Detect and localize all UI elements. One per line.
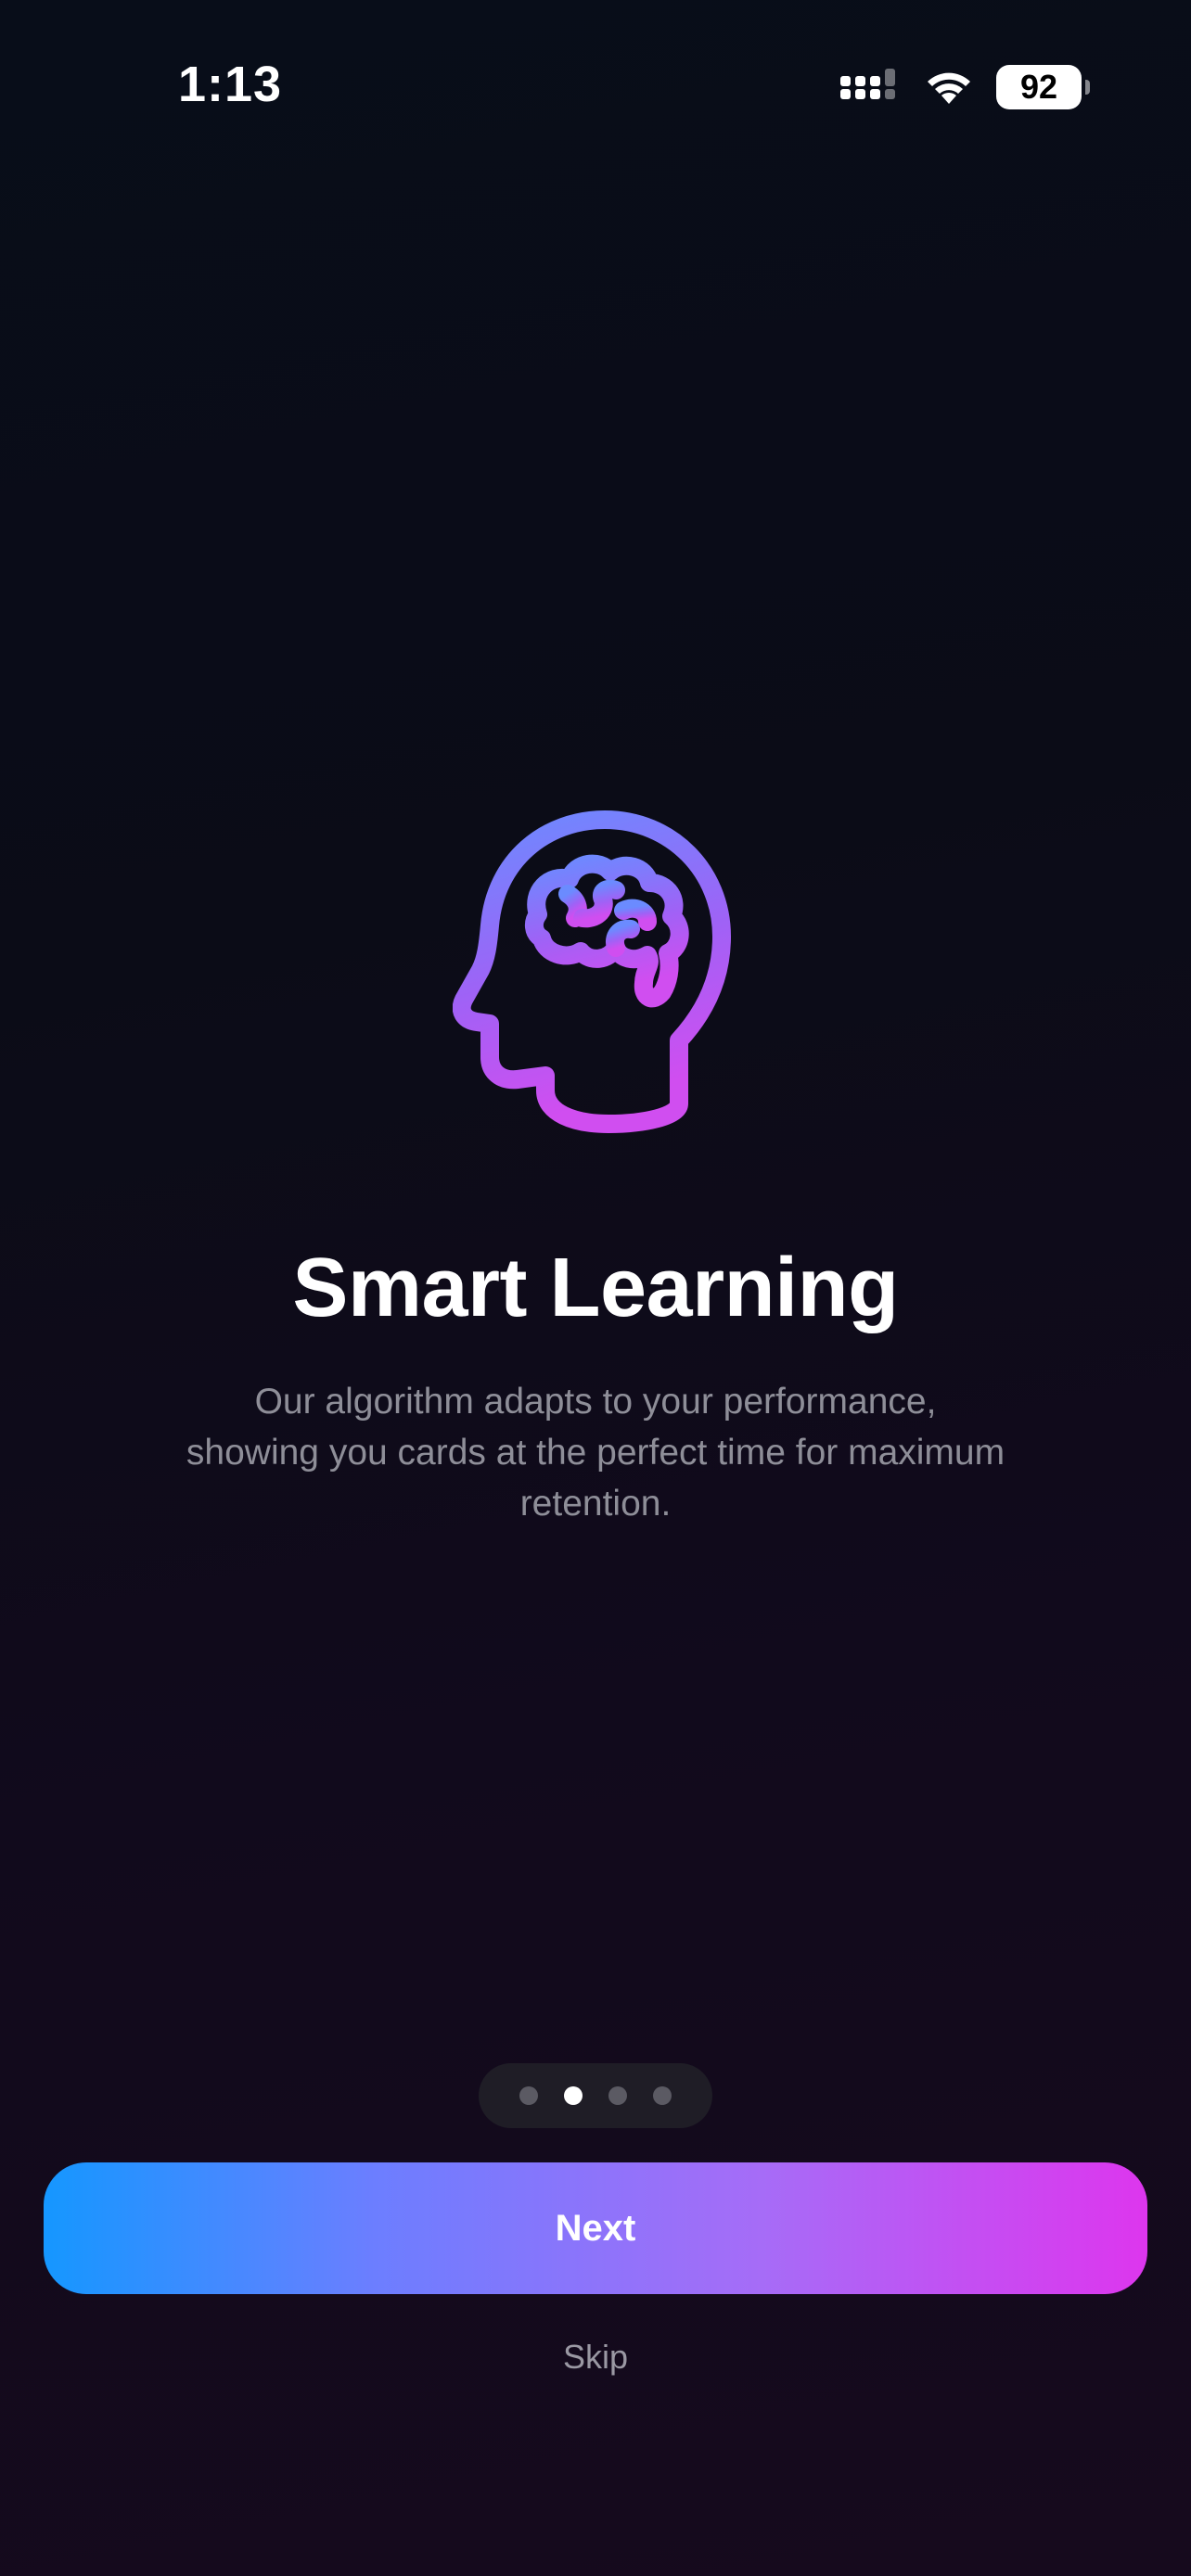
status-time: 1:13 — [178, 57, 283, 112]
battery-icon: 92 — [996, 65, 1090, 109]
onboarding-title: Smart Learning — [292, 1242, 899, 1334]
wifi-icon — [928, 72, 970, 104]
status-bar: 1:13 92 — [0, 0, 1191, 167]
page-dot-3[interactable] — [608, 2086, 627, 2105]
head-brain-icon — [453, 810, 731, 1133]
page-indicator[interactable] — [479, 2063, 712, 2128]
page-dot-1[interactable] — [519, 2086, 538, 2105]
page-dot-4[interactable] — [653, 2086, 672, 2105]
onboarding-screen: 1:13 92 Smart Learning Our algorithm ada… — [0, 0, 1191, 2576]
next-button[interactable]: Next — [44, 2162, 1147, 2294]
battery-level: 92 — [1019, 68, 1058, 106]
onboarding-description: Our algorithm adapts to your performance… — [186, 1382, 1005, 1524]
cellular-signal-icon — [840, 69, 895, 99]
page-dot-2-active[interactable] — [564, 2086, 583, 2105]
skip-button[interactable]: Skip — [503, 2331, 688, 2383]
status-icons: 92 — [840, 61, 1090, 113]
